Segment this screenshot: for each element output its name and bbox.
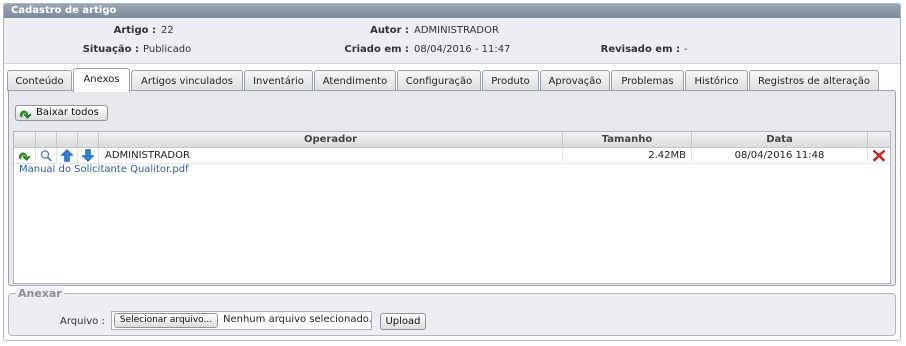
no-file-text: Nenhum arquivo selecionado. (223, 314, 372, 325)
situacao-value: Publicado (143, 44, 192, 55)
date-cell: 08/04/2016 11:48 (692, 148, 868, 163)
panel-title: Cadastro de artigo (4, 4, 900, 18)
tab-registros-alteracao[interactable]: Registros de alteração (749, 70, 879, 91)
criado-label: Criado em : (344, 44, 409, 55)
tab-configuracao[interactable]: Configuração (397, 70, 481, 91)
tab-inventario[interactable]: Inventário (244, 70, 313, 91)
delete-cell[interactable] (868, 148, 890, 163)
header-operator: Operador (99, 132, 563, 147)
tab-artigos-vinculados[interactable]: Artigos vinculados (131, 70, 243, 91)
tab-historico[interactable]: Histórico (685, 70, 748, 91)
delete-icon[interactable] (872, 149, 886, 162)
move-up-cell[interactable] (57, 148, 78, 163)
size-cell: 2.42MB (563, 148, 692, 163)
download-cell[interactable] (14, 148, 36, 163)
tab-anexos[interactable]: Anexos (73, 68, 130, 92)
situacao-label: Situação : (82, 44, 139, 55)
move-down-cell[interactable] (78, 148, 99, 163)
tab-conteudo[interactable]: Conteúdo (7, 70, 72, 91)
download-all-label: Baixar todos (36, 107, 99, 118)
file-label: Arquivo : (60, 316, 105, 327)
arrow-up-icon[interactable] (60, 149, 74, 162)
article-info: Artigo : 22 Autor : ADMINISTRADOR Situaç… (4, 18, 900, 64)
attachment-filename-link[interactable]: Manual do Solicitante Qualitor.pdf (19, 163, 189, 176)
tab-produto[interactable]: Produto (482, 70, 539, 91)
tab-content: Baixar todos Operador Tamanho Data ADMIN… (8, 90, 896, 286)
view-cell[interactable] (36, 148, 57, 163)
grid-header: Operador Tamanho Data (14, 132, 890, 148)
header-date: Data (692, 132, 868, 147)
download-icon[interactable] (18, 149, 32, 162)
revisado-value: - (684, 44, 688, 55)
attach-legend: Anexar (16, 287, 64, 300)
operator-cell: ADMINISTRADOR (99, 148, 563, 163)
download-all-icon (19, 110, 32, 119)
download-all-button[interactable]: Baixar todos (15, 105, 108, 121)
attachments-grid: Operador Tamanho Data ADMINISTRADOR 2.42… (13, 131, 891, 284)
header-size: Tamanho (563, 132, 692, 147)
artigo-label: Artigo : (113, 25, 156, 36)
autor-label: Autor : (370, 25, 409, 36)
upload-button[interactable]: Upload (380, 313, 426, 330)
choose-file-button[interactable]: Selecionar arquivo... (114, 313, 218, 328)
criado-value: 08/04/2016 - 11:47 (414, 44, 511, 55)
table-row: ADMINISTRADOR 2.42MB 08/04/2016 11:48 (14, 148, 890, 164)
artigo-value: 22 (161, 25, 174, 36)
tab-problemas[interactable]: Problemas (611, 70, 684, 91)
file-picker[interactable]: Selecionar arquivo... Nenhum arquivo sel… (111, 311, 372, 330)
revisado-label: Revisado em : (600, 44, 680, 55)
tab-atendimento[interactable]: Atendimento (314, 70, 396, 91)
tab-aprovacao[interactable]: Aprovação (540, 70, 610, 91)
magnifier-icon[interactable] (39, 149, 53, 162)
tab-bar: Conteúdo Anexos Artigos vinculados Inven… (7, 68, 899, 92)
article-panel: Cadastro de artigo Artigo : 22 Autor : A… (3, 3, 901, 341)
arrow-down-icon[interactable] (81, 149, 95, 162)
autor-value: ADMINISTRADOR (414, 25, 499, 36)
attach-section: Arquivo : Selecionar arquivo... Nenhum a… (8, 293, 896, 336)
